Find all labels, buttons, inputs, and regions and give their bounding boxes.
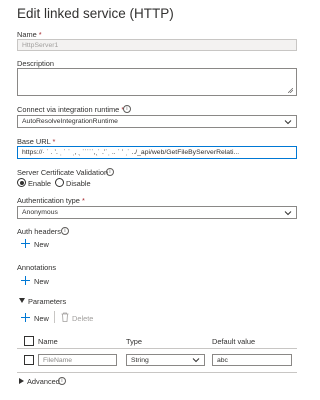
chevron-down-icon [192, 358, 200, 363]
auth-type-label: Authentication type * [17, 196, 85, 205]
description-textarea[interactable] [17, 68, 297, 96]
plus-icon[interactable] [21, 313, 30, 322]
panel-title: Edit linked service (HTTP) [17, 6, 174, 21]
name-input-value: HttpServer1 [22, 41, 59, 49]
table-row-divider [17, 372, 297, 373]
info-icon[interactable]: i [61, 227, 69, 235]
parameters-new-button[interactable]: New [34, 314, 49, 323]
enable-radio-label[interactable]: Enable [28, 179, 51, 188]
advanced-label[interactable]: Advanced [27, 377, 60, 386]
required-mark: * [52, 137, 56, 146]
auth-headers-label: Auth headers [17, 227, 61, 236]
parameters-delete-button[interactable]: Delete [72, 314, 93, 323]
required-mark: * [38, 30, 42, 39]
column-header-type: Type [126, 337, 143, 346]
name-input[interactable]: HttpServer1 [17, 39, 297, 51]
select-all-checkbox[interactable] [24, 336, 34, 346]
name-label: Name * [17, 30, 42, 39]
chevron-down-icon [284, 119, 292, 124]
base-url-label-text: Base URL [17, 137, 51, 146]
annotations-label: Annotations [17, 263, 57, 272]
runtime-selected: AutoResolveIntegrationRuntime [22, 118, 118, 125]
auth-headers-new-button[interactable]: New [34, 240, 49, 249]
row-checkbox[interactable] [24, 355, 34, 365]
base-url-label: Base URL * [17, 137, 55, 146]
column-header-name: Name [38, 337, 58, 346]
parameter-name-placeholder: FileName [43, 356, 73, 364]
server-cert-label: Server Certificate Validation [17, 168, 109, 177]
parameter-default-value: abc [217, 356, 228, 364]
info-icon[interactable]: i [123, 105, 131, 113]
required-mark: * [81, 196, 85, 205]
auth-type-dropdown[interactable]: Anonymous [17, 206, 297, 219]
chevron-down-icon [284, 210, 292, 215]
description-label: Description [17, 59, 54, 68]
runtime-dropdown[interactable]: AutoResolveIntegrationRuntime [17, 115, 297, 128]
enable-radio[interactable] [17, 178, 26, 187]
base-url-value: https://· ˙ . ʼ. ˌ ˙ ˙ ˌ, ˎ ˙˙˙˙˙,ˎ˙ .ʼ˙… [22, 149, 240, 156]
runtime-label: Connect via integration runtime * [17, 105, 124, 114]
info-icon[interactable]: i [58, 377, 66, 385]
name-label-text: Name [17, 30, 37, 39]
base-url-input[interactable]: https://· ˙ . ʼ. ˌ ˙ ˙ ˌ, ˎ ˙˙˙˙˙,ˎ˙ .ʼ˙… [17, 146, 297, 159]
annotations-new-button[interactable]: New [34, 277, 49, 286]
column-header-default-value: Default value [212, 337, 256, 346]
parameter-default-value-input[interactable]: abc [212, 354, 292, 366]
disable-radio-label[interactable]: Disable [66, 179, 91, 188]
plus-icon[interactable] [21, 276, 30, 285]
disable-radio[interactable] [55, 178, 64, 187]
toolbar-divider [54, 311, 55, 323]
auth-type-selected: Anonymous [22, 209, 58, 216]
parameter-type-selected: String [131, 356, 149, 364]
auth-type-label-text: Authentication type [17, 196, 80, 205]
parameter-name-input[interactable]: FileName [38, 354, 117, 366]
parameter-type-dropdown[interactable]: String [126, 354, 205, 366]
parameters-label[interactable]: Parameters [28, 297, 66, 306]
runtime-label-text: Connect via integration runtime [17, 105, 120, 114]
trash-icon [61, 312, 69, 322]
plus-icon[interactable] [21, 239, 30, 248]
caret-icon[interactable] [19, 298, 25, 303]
table-header-divider [17, 348, 297, 349]
resize-handle-icon[interactable] [288, 88, 293, 93]
caret-right-icon[interactable] [19, 378, 24, 384]
info-icon[interactable]: i [106, 168, 114, 176]
